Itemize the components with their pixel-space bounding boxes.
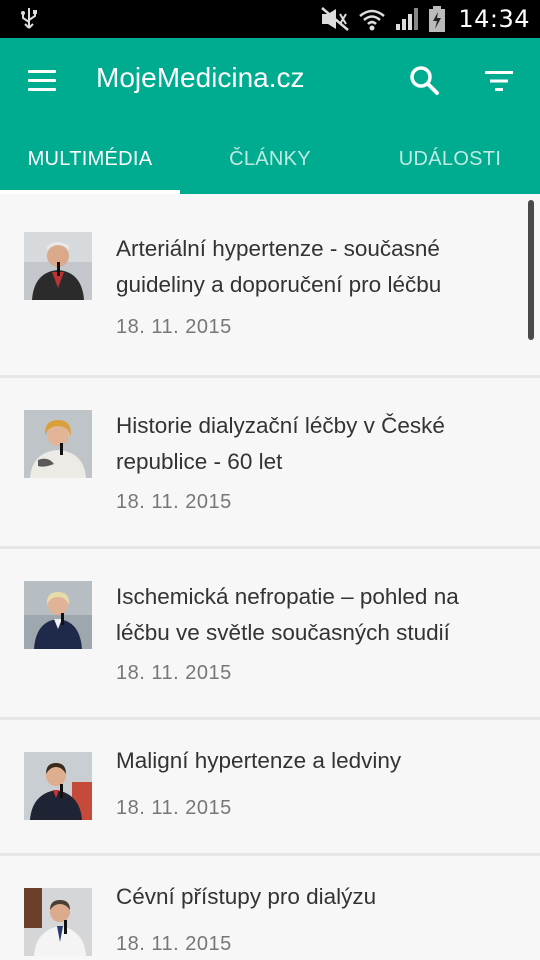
lecturer-thumbnail (24, 752, 92, 820)
list-item[interactable]: Maligní hypertenze a ledviny 18. 11. 201… (0, 720, 540, 856)
tab-bar: MULTIMÉDIA ČLÁNKY UDÁLOSTI (0, 122, 540, 194)
status-bar: 14:34 (0, 0, 540, 38)
item-date: 18. 11. 2015 (116, 933, 232, 955)
clock: 14:34 (458, 5, 530, 33)
mute-icon (321, 7, 350, 31)
app-title: MojeMedicina.cz (96, 62, 305, 93)
search-icon[interactable] (404, 60, 446, 102)
item-date: 18. 11. 2015 (116, 797, 232, 819)
app-bar: MojeMedicina.cz MULTIMÉDIA ČLÁNKY UDÁLOS… (0, 38, 540, 194)
usb-icon (21, 8, 37, 29)
battery-icon (429, 6, 446, 32)
item-title: Cévní přístupy pro dialýzu (116, 884, 377, 909)
lecturer-thumbnail (24, 410, 92, 478)
tab-clanky[interactable]: ČLÁNKY (180, 122, 360, 194)
hamburger-menu-icon[interactable] (22, 60, 62, 100)
item-title: Ischemická nefropatie – pohled na léčbu … (116, 584, 459, 645)
multimedia-list[interactable]: Arteriální hypertenze - současné guideli… (0, 194, 540, 960)
item-title: Maligní hypertenze a ledviny (116, 748, 402, 773)
item-date: 18. 11. 2015 (116, 316, 232, 338)
filter-icon[interactable] (478, 60, 520, 102)
toolbar: MojeMedicina.cz (0, 38, 540, 122)
lecturer-thumbnail (24, 581, 92, 649)
item-title: Arteriální hypertenze - současné guideli… (116, 236, 442, 297)
list-item[interactable]: Cévní přístupy pro dialýzu 18. 11. 2015 (0, 856, 540, 960)
tab-multimedia[interactable]: MULTIMÉDIA (0, 122, 180, 194)
list-scrollbar[interactable] (528, 200, 534, 340)
list-item[interactable]: Ischemická nefropatie – pohled na léčbu … (0, 549, 540, 720)
wifi-icon (359, 9, 386, 31)
tab-label: UDÁLOSTI (398, 148, 502, 170)
lecturer-thumbnail (24, 888, 92, 956)
signal-icon (396, 8, 419, 30)
tab-label: MULTIMÉDIA (27, 148, 153, 170)
tab-udalosti[interactable]: UDÁLOSTI (360, 122, 540, 194)
item-date: 18. 11. 2015 (116, 491, 232, 513)
tab-label: ČLÁNKY (229, 148, 311, 170)
list-item[interactable]: Arteriální hypertenze - současné guideli… (0, 194, 540, 378)
list-item[interactable]: Historie dialyzační léčby v České republ… (0, 378, 540, 549)
item-title: Historie dialyzační léčby v České republ… (116, 413, 445, 474)
item-date: 18. 11. 2015 (116, 662, 232, 684)
lecturer-thumbnail (24, 232, 92, 300)
